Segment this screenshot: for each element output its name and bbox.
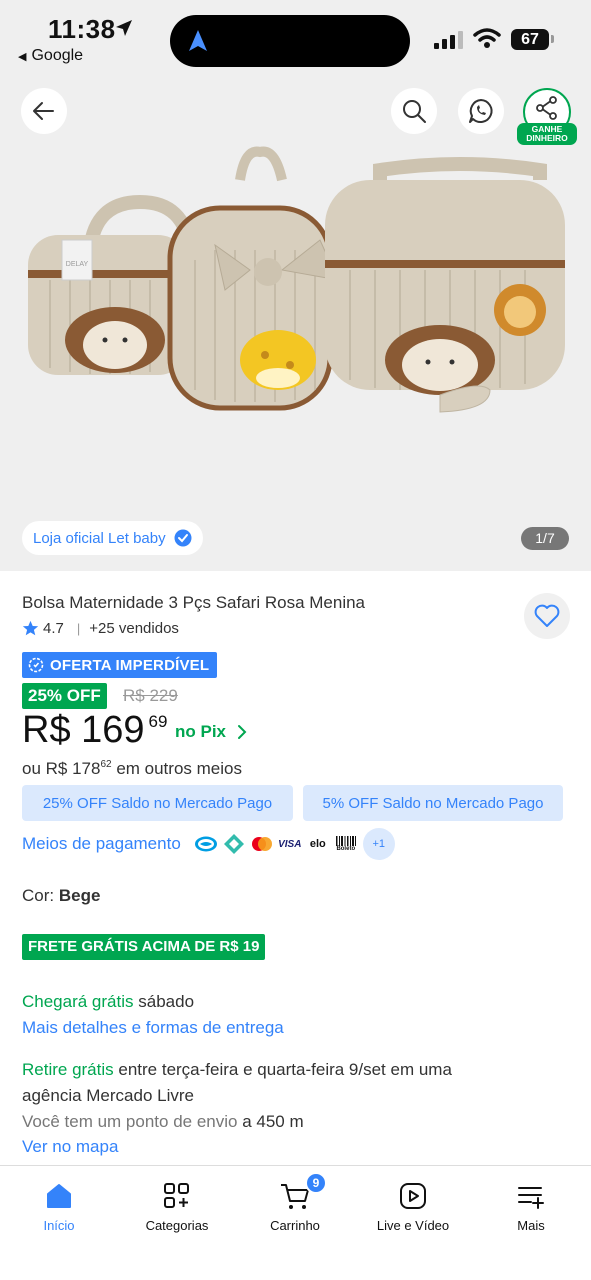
wifi-icon bbox=[473, 28, 501, 48]
mercado-pago-icon bbox=[191, 830, 220, 858]
shipping-point-distance: Você tem um ponto de envio a 450 m bbox=[22, 1112, 304, 1131]
battery-indicator: 67 bbox=[511, 29, 549, 50]
deal-badge-label: OFERTA IMPERDÍVEL bbox=[50, 656, 210, 674]
back-triangle-icon: ◀ bbox=[18, 51, 27, 63]
rating-value: 4.7 bbox=[43, 620, 64, 637]
color-value: Bege bbox=[58, 886, 101, 905]
nav-live-video[interactable]: Live e Vídeo bbox=[354, 1178, 472, 1233]
middle-backpack-illustration bbox=[167, 146, 339, 411]
chevron-right-icon[interactable] bbox=[236, 724, 248, 740]
payment-methods-row[interactable]: Meios de pagamento VISA elo Boleto +1 bbox=[22, 828, 395, 860]
status-bar: 11:38 ◀ Google 67 bbox=[0, 0, 591, 75]
whatsapp-icon bbox=[469, 99, 493, 123]
boleto-icon: Boleto bbox=[331, 830, 360, 858]
status-time: 11:38 bbox=[48, 14, 116, 44]
elo-icon: elo bbox=[303, 830, 332, 858]
cart-count-badge: 9 bbox=[305, 1172, 327, 1194]
whatsapp-button[interactable] bbox=[458, 88, 504, 134]
discount-badge: 25% OFF bbox=[22, 683, 107, 709]
pickup-info-line2: agência Mercado Livre bbox=[22, 1086, 194, 1105]
back-app-label: Google bbox=[31, 47, 84, 64]
payment-methods-link[interactable]: Meios de pagamento bbox=[22, 834, 181, 854]
old-price: R$ 229 bbox=[123, 686, 178, 705]
sold-count: +25 vendidos bbox=[89, 620, 179, 637]
location-arrow-icon bbox=[116, 20, 132, 36]
dynamic-island bbox=[170, 15, 410, 67]
pix-icon bbox=[219, 830, 248, 858]
nav-categories[interactable]: Categorias bbox=[118, 1178, 236, 1233]
delivery-details-link[interactable]: Mais detalhes e formas de entrega bbox=[22, 1018, 284, 1038]
delivery-info: Chegará grátis sábado bbox=[22, 992, 194, 1012]
cellular-signal-icon bbox=[434, 31, 464, 49]
product-title: Bolsa Maternidade 3 Pçs Safari Rosa Meni… bbox=[22, 593, 366, 612]
share-icon bbox=[536, 96, 557, 120]
more-payment-methods[interactable]: +1 bbox=[362, 828, 395, 860]
back-to-app[interactable]: ◀ Google bbox=[18, 47, 83, 65]
favorite-button[interactable] bbox=[524, 593, 570, 639]
heart-icon bbox=[534, 604, 560, 627]
promo-chip-1[interactable]: 25% OFF Saldo no Mercado Pago bbox=[22, 785, 293, 821]
deal-clock-icon bbox=[28, 657, 44, 673]
right-bag-illustration bbox=[325, 157, 565, 413]
search-icon bbox=[403, 100, 426, 123]
search-button[interactable] bbox=[391, 88, 437, 134]
free-shipping-badge: FRETE GRÁTIS ACIMA DE R$ 19 bbox=[22, 934, 266, 960]
categories-icon bbox=[164, 1183, 189, 1208]
pickup-info-line1: Retire grátis entre terça-feira e quarta… bbox=[22, 1060, 452, 1079]
bottom-navigation: Início Categorias 9 Carrinho Live e Víde… bbox=[0, 1165, 591, 1280]
color-label: Cor: bbox=[22, 886, 55, 905]
home-icon bbox=[47, 1184, 71, 1208]
promo-chip-2[interactable]: 5% OFF Saldo no Mercado Pago bbox=[303, 785, 563, 821]
play-icon bbox=[400, 1183, 426, 1209]
official-store-link[interactable]: Loja oficial Let baby bbox=[22, 521, 203, 555]
view-map-link[interactable]: Ver no mapa bbox=[22, 1137, 118, 1157]
rating-divider: | bbox=[76, 621, 81, 636]
pix-link[interactable]: no Pix bbox=[175, 722, 226, 742]
deal-badge: OFERTA IMPERDÍVEL bbox=[22, 652, 218, 678]
other-methods-price: ou R$ 17862 em outros meios bbox=[22, 759, 242, 778]
product-image[interactable]: DELAY bbox=[20, 140, 570, 430]
price-cents: 69 bbox=[148, 712, 168, 731]
current-price: R$ 169 69 bbox=[22, 709, 167, 752]
arrow-left-icon bbox=[33, 102, 54, 120]
left-bag-illustration: DELAY bbox=[28, 194, 197, 375]
star-icon bbox=[22, 620, 39, 636]
back-button[interactable] bbox=[21, 88, 67, 134]
nav-cart[interactable]: 9 Carrinho bbox=[236, 1172, 354, 1233]
verified-icon bbox=[174, 529, 192, 547]
image-counter: 1/7 bbox=[521, 527, 569, 550]
rating-row[interactable]: 4.7 | +25 vendidos bbox=[22, 620, 179, 637]
store-name: Loja oficial Let baby bbox=[33, 529, 166, 547]
nav-more[interactable]: Mais bbox=[472, 1178, 590, 1233]
pickup-free-label: Retire grátis bbox=[22, 1060, 114, 1079]
svg-text:DELAY: DELAY bbox=[66, 261, 89, 268]
visa-icon: VISA bbox=[275, 830, 304, 858]
menu-plus-icon bbox=[518, 1187, 544, 1209]
delivery-free-label: Chegará grátis bbox=[22, 992, 134, 1011]
delivery-day: sábado bbox=[138, 992, 195, 1011]
mastercard-icon bbox=[247, 830, 276, 858]
price-main: R$ 169 bbox=[22, 709, 145, 751]
nav-home[interactable]: Início bbox=[0, 1178, 118, 1233]
battery-tip bbox=[551, 35, 554, 43]
navigation-icon bbox=[189, 30, 207, 51]
color-selector[interactable]: Cor: Bege bbox=[22, 886, 100, 906]
